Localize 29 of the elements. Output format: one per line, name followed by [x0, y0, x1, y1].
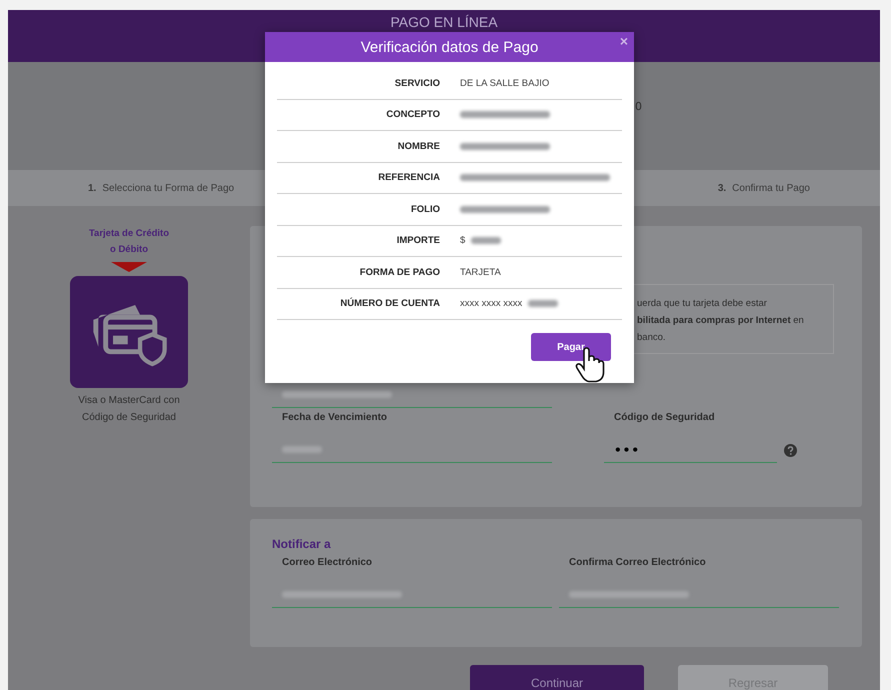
field-label: Código de Seguridad [613, 412, 716, 425]
security-code-value: ••• [614, 442, 640, 456]
security-code-field[interactable]: ••• [604, 437, 777, 463]
field-label: Correo Electrónico [281, 557, 374, 570]
continue-button[interactable]: Continuar [470, 665, 644, 690]
row-label: NÚMERO DE CUENTA [339, 298, 440, 310]
row-label: FOLIO [410, 204, 440, 215]
row-label: NOMBRE [396, 140, 440, 152]
row-label: CONCEPTO [385, 109, 440, 120]
field-label: Confirma Correo Electrónico [568, 557, 707, 570]
row-value: TARJETA [460, 266, 501, 278]
row-label: IMPORTE [396, 235, 440, 246]
option-caption: Visa o MasterCard con Código de Seguridad [77, 394, 181, 425]
row-value: xxxx xxxx xxxx [460, 298, 522, 310]
dialog-title: Verificación datos de Pago [360, 38, 538, 56]
field-label: Fecha de Vencimiento [281, 412, 388, 425]
close-button[interactable]: × [616, 34, 631, 48]
row-value: DE LA SALLE BAJIO [460, 78, 550, 89]
step-label: 1. Selecciona tu Forma de Pago [88, 182, 234, 194]
pay-button[interactable]: Pagar [531, 333, 611, 361]
row-label: REFERENCIA [377, 172, 440, 184]
row-value: $ [460, 235, 466, 246]
option-title: Tarjeta de Crédito o Débito [88, 227, 170, 257]
step-label: 3. Confirma tu Pago [718, 182, 810, 194]
banner-text: 0 [635, 100, 642, 113]
row-label: SERVICIO [394, 78, 440, 89]
section-title: Notificar a [272, 537, 332, 551]
page-title: PAGO EN LÍNEA [390, 14, 498, 30]
row-label: FORMA DE PAGO [358, 266, 440, 278]
